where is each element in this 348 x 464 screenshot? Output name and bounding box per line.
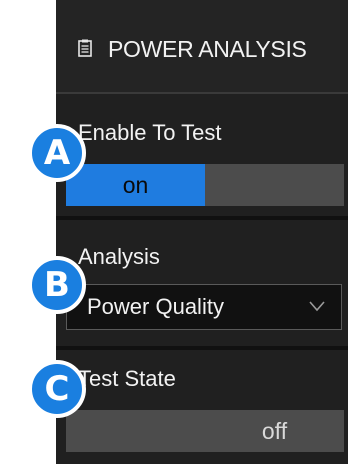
toggle-on-option[interactable]: on (66, 164, 205, 206)
analysis-section: Analysis Power Quality (56, 220, 348, 346)
toggle-off-option[interactable] (205, 164, 344, 206)
chevron-down-icon (309, 301, 325, 312)
enable-to-test-toggle[interactable]: on (66, 164, 344, 206)
callout-badge-a: A (28, 124, 86, 182)
analysis-selected-value: Power Quality (87, 294, 224, 319)
enable-to-test-label: Enable To Test (78, 120, 222, 145)
page-title: POWER ANALYSIS (108, 36, 307, 62)
enable-to-test-section: Enable To Test on (56, 94, 348, 216)
toggle-on-option[interactable] (66, 410, 205, 452)
callout-badge-c: C (28, 360, 86, 418)
callout-badge-b: B (28, 256, 86, 314)
test-state-label: Test State (78, 366, 176, 391)
power-analysis-panel: POWER ANALYSIS Enable To Test on Analysi… (56, 0, 348, 464)
analysis-dropdown[interactable]: Power Quality (66, 284, 342, 330)
toggle-off-option[interactable]: off (205, 410, 344, 452)
analysis-label: Analysis (78, 244, 160, 269)
test-state-section: Test State off (56, 350, 348, 464)
test-state-toggle[interactable]: off (66, 410, 344, 452)
clipboard-icon (78, 39, 92, 57)
panel-header: POWER ANALYSIS (56, 0, 348, 94)
